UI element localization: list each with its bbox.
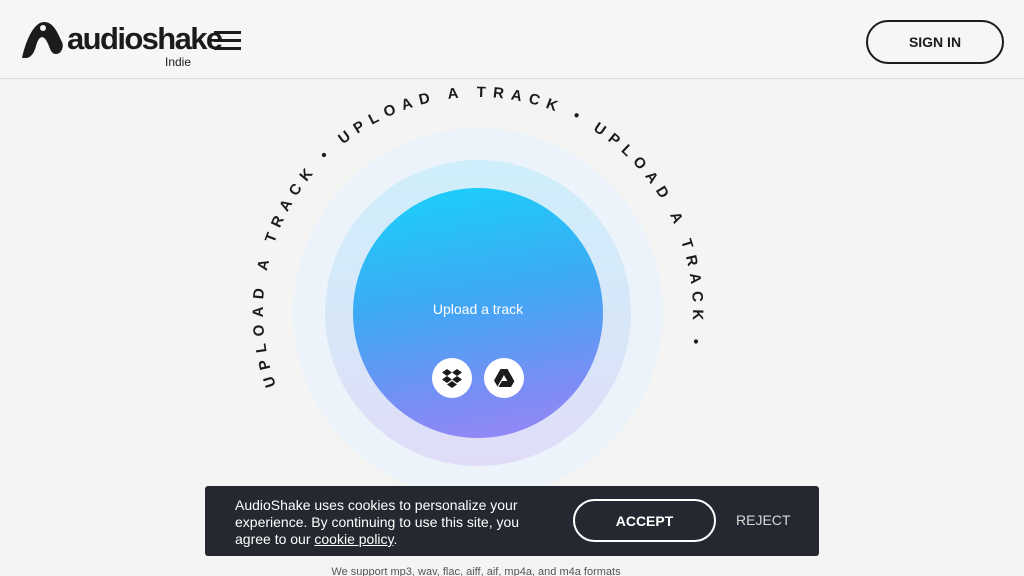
dropbox-icon (442, 369, 462, 388)
cookie-banner: AudioShake uses cookies to personalize y… (205, 486, 819, 556)
cookie-message-end: . (393, 531, 398, 547)
cookie-message: AudioShake uses cookies to personalize y… (235, 497, 555, 548)
upload-track-label: Upload a track (432, 301, 524, 317)
cookie-policy-link[interactable]: cookie policy (314, 531, 393, 547)
supported-formats-note: We support mp3, wav, flac, aiff, aif, mp… (331, 566, 621, 576)
dropbox-button[interactable] (432, 358, 472, 398)
google-drive-icon (494, 369, 515, 387)
reject-cookies-button[interactable]: REJECT (736, 512, 790, 528)
google-drive-button[interactable] (484, 358, 524, 398)
accept-cookies-button[interactable]: ACCEPT (573, 499, 716, 542)
upload-track-button[interactable]: Upload a track (353, 188, 603, 438)
